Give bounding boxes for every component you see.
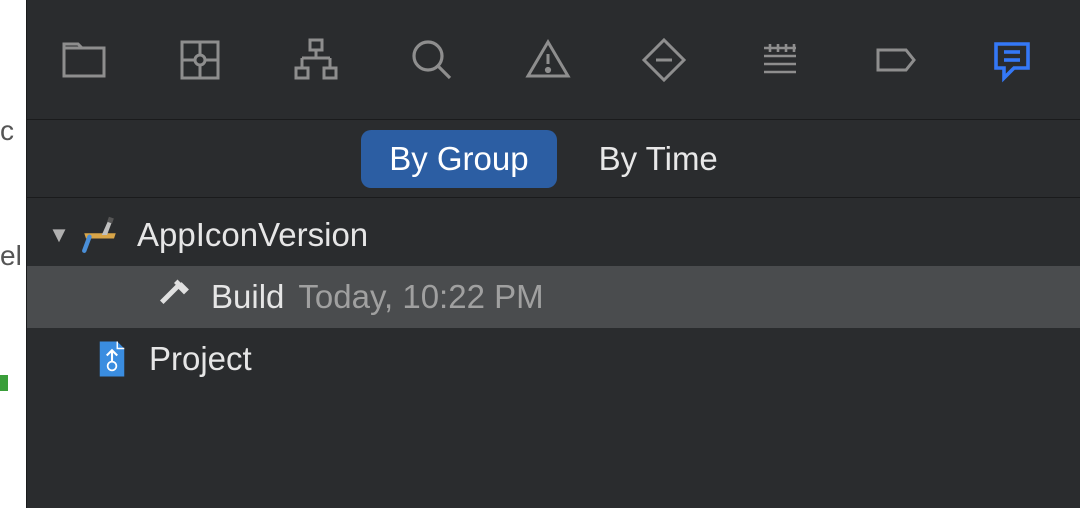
diamond-icon xyxy=(640,36,688,84)
navigator-toolbar xyxy=(27,0,1080,120)
bg-text-fragment: c xyxy=(0,115,14,147)
filter-segmented-control: By Group By Time xyxy=(27,120,1080,198)
tree-row-label: AppIconVersion xyxy=(137,216,368,254)
background-window-strip: c el xyxy=(0,0,26,508)
disclosure-triangle-icon[interactable]: ▼ xyxy=(45,222,73,248)
find-navigator-tab[interactable] xyxy=(405,33,459,87)
breakpoint-navigator-tab[interactable] xyxy=(869,33,923,87)
xcode-project-icon xyxy=(85,338,139,380)
navigator-panel: By Group By Time ▼ AppIconVersion xyxy=(26,0,1080,508)
source-control-icon xyxy=(176,36,224,84)
hammer-icon xyxy=(147,276,201,318)
tree-row-build[interactable]: Build Today, 10:22 PM xyxy=(27,266,1080,328)
warning-icon xyxy=(524,36,572,84)
tree-row-label: Build xyxy=(211,278,284,316)
search-icon xyxy=(408,36,456,84)
by-group-tab[interactable]: By Group xyxy=(361,130,556,188)
issue-navigator-tab[interactable] xyxy=(521,33,575,87)
bg-green-fragment xyxy=(0,375,8,391)
report-navigator-tab[interactable] xyxy=(985,33,1039,87)
by-time-tab[interactable]: By Time xyxy=(571,130,746,188)
test-navigator-tab[interactable] xyxy=(637,33,691,87)
debug-navigator-tab[interactable] xyxy=(753,33,807,87)
project-navigator-tab[interactable] xyxy=(57,33,111,87)
breakpoint-icon xyxy=(872,36,920,84)
source-control-navigator-tab[interactable] xyxy=(173,33,227,87)
tree-row-app[interactable]: ▼ AppIconVersion xyxy=(27,204,1080,266)
tree-row-timestamp: Today, 10:22 PM xyxy=(298,278,543,316)
folder-icon xyxy=(60,36,108,84)
symbol-navigator-tab[interactable] xyxy=(289,33,343,87)
xcode-app-icon xyxy=(73,214,127,256)
tree-row-project[interactable]: Project xyxy=(27,328,1080,390)
bg-text-fragment: el xyxy=(0,240,22,272)
reports-tree: ▼ AppIconVersion Build Today, 10:22 PM xyxy=(27,198,1080,390)
gauge-icon xyxy=(756,36,804,84)
report-icon xyxy=(988,36,1036,84)
tree-row-label: Project xyxy=(149,340,252,378)
hierarchy-icon xyxy=(292,36,340,84)
